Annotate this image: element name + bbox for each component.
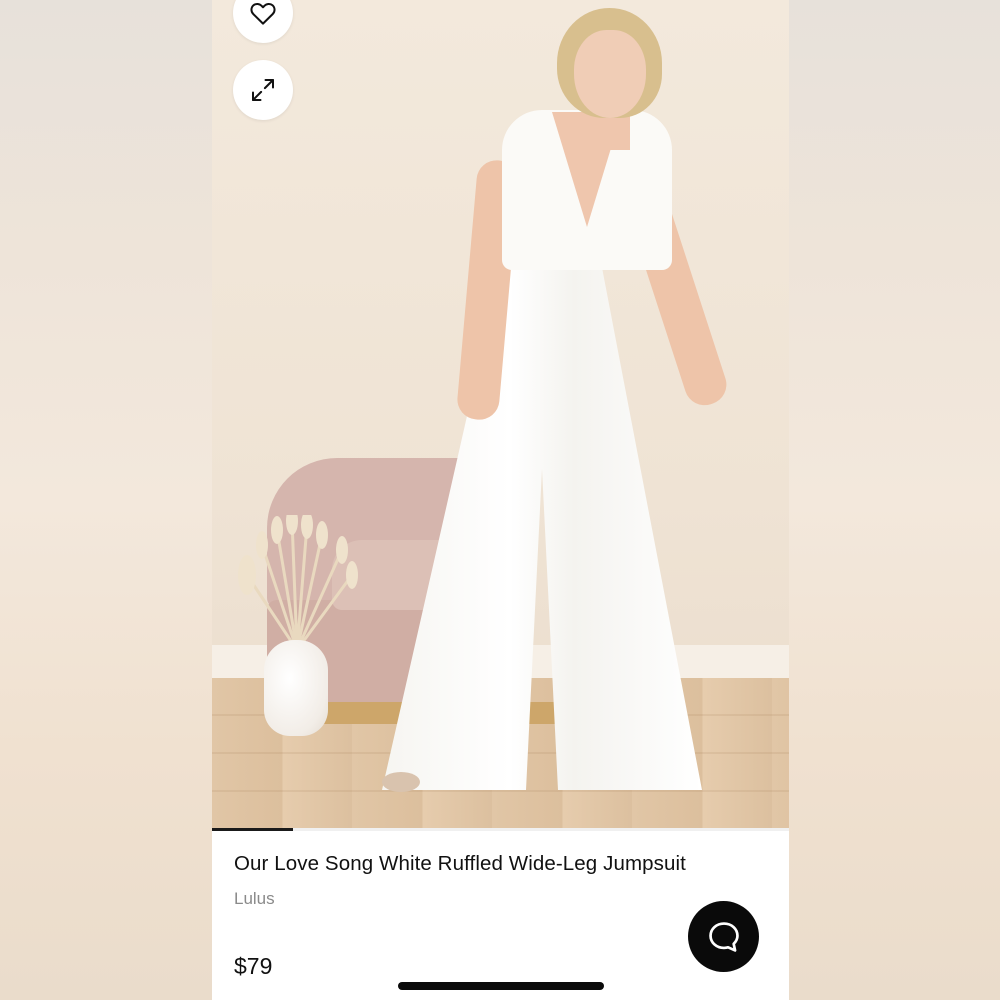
chat-button[interactable] [688, 901, 759, 972]
jumpsuit-neckline [552, 112, 622, 227]
product-title: Our Love Song White Ruffled Wide-Leg Jum… [234, 852, 686, 875]
background-blur-left [0, 0, 212, 1000]
model-face [574, 30, 646, 118]
product-price: $79 [234, 953, 273, 979]
heart-icon [250, 2, 276, 25]
expand-button[interactable] [233, 60, 293, 120]
gallery-progress-fill [212, 828, 293, 831]
white-vase [264, 640, 328, 736]
brand-link[interactable]: Lulus [234, 889, 275, 909]
home-indicator[interactable] [398, 982, 604, 990]
product-image[interactable] [212, 0, 789, 828]
background-blur-right [789, 0, 1000, 1000]
dried-flowers [238, 515, 358, 652]
expand-icon [252, 79, 274, 101]
chat-bubble-icon [708, 921, 739, 952]
gallery-progress [212, 828, 789, 831]
product-screen: Our Love Song White Ruffled Wide-Leg Jum… [212, 0, 789, 1000]
shoe [382, 772, 420, 792]
